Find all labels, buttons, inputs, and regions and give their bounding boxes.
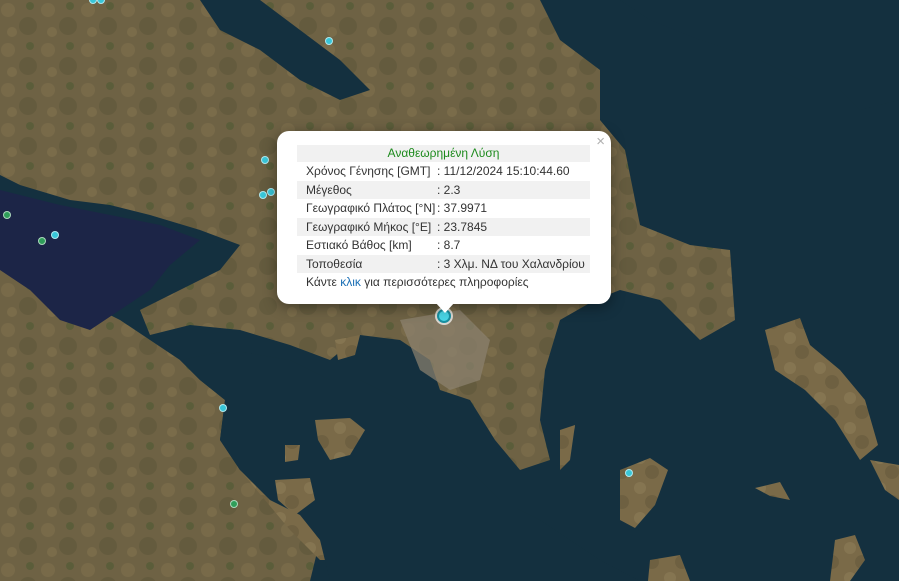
row-depth: Εστιακό Βάθος [km] : 8.7 (297, 236, 590, 255)
epicenter-marker-9[interactable] (219, 404, 227, 412)
row-value: : 2.3 (437, 182, 461, 197)
epicenter-marker-7[interactable] (3, 211, 11, 219)
epicenter-marker-3[interactable] (261, 156, 269, 164)
row-value: : 3 Χλμ. ΝΔ του Χαλανδρίου (437, 256, 585, 271)
row-value: : 37.9971 (437, 201, 488, 215)
more-info: Κάντε κλικ για περισσότερες πληροφορίες (297, 273, 590, 292)
epicenter-marker-8[interactable] (38, 237, 46, 245)
more-prefix: Κάντε (306, 275, 341, 289)
row-label: Γεωγραφικό Μήκος [°E] (306, 219, 432, 234)
earthquake-popup: × Αναθεωρημένη Λύση Χρόνος Γένησης [GMT]… (277, 131, 611, 304)
epicenter-marker-11[interactable] (230, 500, 238, 508)
row-location: Τοποθεσία : 3 Χλμ. ΝΔ του Χαλανδρίου (297, 254, 590, 273)
epicenter-marker-4[interactable] (259, 191, 267, 199)
row-label: Μέγεθος (306, 182, 352, 197)
row-label: Χρόνος Γένησης [GMT] (306, 164, 431, 178)
more-info-link[interactable]: κλικ (340, 275, 361, 289)
row-value: : 23.7845 (437, 219, 488, 234)
row-latitude: Γεωγραφικό Πλάτος [°N] : 37.9971 (297, 199, 590, 218)
row-label: Γεωγραφικό Πλάτος [°N] (306, 201, 436, 215)
epicenter-marker-5[interactable] (267, 188, 275, 196)
epicenter-marker-2[interactable] (325, 37, 333, 45)
satellite-map[interactable]: × Αναθεωρημένη Λύση Χρόνος Γένησης [GMT]… (0, 0, 899, 581)
popup-pointer (435, 302, 455, 313)
close-icon[interactable]: × (596, 133, 605, 151)
row-value: : 8.7 (437, 238, 461, 252)
row-magnitude: Μέγεθος : 2.3 (297, 180, 590, 199)
row-origin-time: Χρόνος Γένησης [GMT] : 11/12/2024 15:10:… (297, 162, 590, 181)
row-value: : 11/12/2024 15:10:44.60 (437, 164, 570, 178)
popup-title: Αναθεωρημένη Λύση (297, 145, 590, 162)
row-label: Εστιακό Βάθος [km] (306, 238, 412, 252)
row-longitude: Γεωγραφικό Μήκος [°E] : 23.7845 (297, 217, 590, 236)
epicenter-marker-6[interactable] (51, 231, 59, 239)
row-label: Τοποθεσία (306, 256, 363, 271)
popup-table: Αναθεωρημένη Λύση Χρόνος Γένησης [GMT] :… (297, 145, 590, 292)
more-suffix: για περισσότερες πληροφορίες (360, 275, 529, 289)
epicenter-marker-10[interactable] (625, 469, 633, 477)
